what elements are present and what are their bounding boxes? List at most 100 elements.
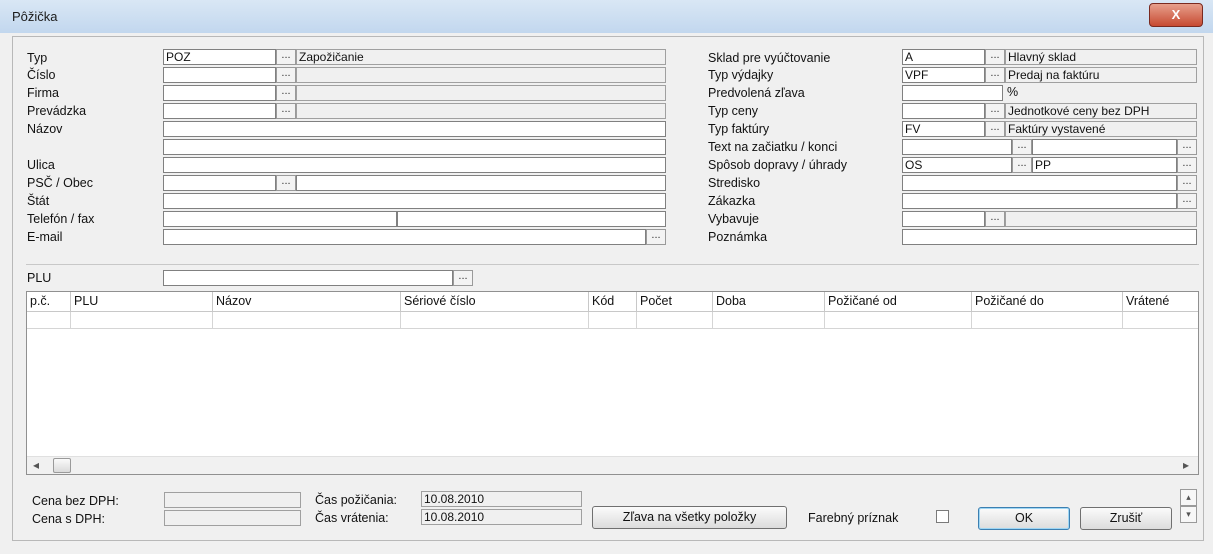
table-cell[interactable]: [1123, 312, 1198, 329]
text-zaciatok-ellipsis-button[interactable]: ...: [1012, 139, 1032, 155]
table-cell[interactable]: [213, 312, 401, 329]
plu-input[interactable]: [163, 270, 453, 286]
table-cell[interactable]: [589, 312, 637, 329]
table-header[interactable]: Kód: [589, 292, 637, 312]
prevadzka-input[interactable]: [163, 103, 276, 119]
ok-button[interactable]: OK: [978, 507, 1070, 530]
plu-ellipsis-button[interactable]: ...: [453, 270, 473, 286]
table-cell[interactable]: [637, 312, 713, 329]
zlava-vsetky-button[interactable]: Zľava na všetky položky: [592, 506, 787, 529]
cislo-input[interactable]: [163, 67, 276, 83]
zakazka-input[interactable]: [902, 193, 1177, 209]
horizontal-scrollbar[interactable]: ◂ ▸: [27, 456, 1198, 474]
typ-label: Typ: [27, 51, 48, 65]
zakazka-label: Zákazka: [708, 194, 756, 208]
scroll-right-icon[interactable]: ▸: [1183, 458, 1189, 472]
close-button[interactable]: X: [1149, 3, 1203, 27]
uhrada-input[interactable]: PP: [1032, 157, 1177, 173]
text-koniec-input[interactable]: [1032, 139, 1177, 155]
prevadzka-label: Prevádzka: [27, 104, 87, 118]
psc-ellipsis-button[interactable]: ...: [276, 175, 296, 191]
table-cell[interactable]: [713, 312, 825, 329]
table-header[interactable]: PLU: [71, 292, 213, 312]
table-header[interactable]: Počet: [637, 292, 713, 312]
separator-line: [26, 264, 1199, 265]
table-cell[interactable]: [27, 312, 71, 329]
cas-vratenia-value: 10.08.2010: [421, 509, 582, 525]
stat-input[interactable]: [163, 193, 666, 209]
cislo-ellipsis-button[interactable]: ...: [276, 67, 296, 83]
items-table[interactable]: p.č. PLU Názov Sériové číslo Kód Počet D…: [26, 291, 1199, 475]
nazov-label: Názov: [27, 122, 63, 136]
zlava-input[interactable]: [902, 85, 1003, 101]
title-bar: Pôžička X: [0, 0, 1213, 33]
spin-up-icon[interactable]: ▴: [1180, 489, 1197, 506]
prevadzka-ellipsis-button[interactable]: ...: [276, 103, 296, 119]
vybavuje-input[interactable]: [902, 211, 985, 227]
cas-pozicania-label: Čas požičania:: [315, 493, 397, 507]
cena-s-dph-label: Cena s DPH:: [32, 512, 105, 526]
typ-vydajky-code-input[interactable]: VPF: [902, 67, 985, 83]
psc-input[interactable]: [163, 175, 276, 191]
stredisko-label: Stredisko: [708, 176, 761, 190]
table-cell[interactable]: [71, 312, 213, 329]
stredisko-input[interactable]: [902, 175, 1177, 191]
spin-down-icon[interactable]: ▾: [1180, 506, 1197, 523]
typ-ellipsis-button[interactable]: ...: [276, 49, 296, 65]
table-header[interactable]: Sériové číslo: [401, 292, 589, 312]
typ-code-input[interactable]: POZ: [163, 49, 276, 65]
cena-s-dph-value: [164, 510, 301, 526]
table-cell[interactable]: [972, 312, 1123, 329]
firma-ellipsis-button[interactable]: ...: [276, 85, 296, 101]
typ-vydajky-ellipsis-button[interactable]: ...: [985, 67, 1005, 83]
sklad-ellipsis-button[interactable]: ...: [985, 49, 1005, 65]
doprava-input[interactable]: OS: [902, 157, 1012, 173]
firma-input[interactable]: [163, 85, 276, 101]
table-header[interactable]: Požičané od: [825, 292, 972, 312]
zlava-label: Predvolená zľava: [708, 86, 805, 100]
scrollbar-thumb[interactable]: [53, 458, 71, 473]
poznamka-input[interactable]: [902, 229, 1197, 245]
nazov-input-1[interactable]: [163, 121, 666, 137]
firma-readonly: [296, 85, 666, 101]
table-header[interactable]: p.č.: [27, 292, 71, 312]
nazov-input-2[interactable]: [163, 139, 666, 155]
scroll-left-icon[interactable]: ◂: [33, 458, 39, 472]
typ-faktury-description: Faktúry vystavené: [1005, 121, 1197, 137]
typ-ceny-description: Jednotkové ceny bez DPH: [1005, 103, 1197, 119]
obec-input[interactable]: [296, 175, 666, 191]
sklad-code-input[interactable]: A: [902, 49, 985, 65]
table-header[interactable]: Názov: [213, 292, 401, 312]
ulica-label: Ulica: [27, 158, 55, 172]
cena-bez-dph-value: [164, 492, 301, 508]
text-label: Text na začiatku / konci: [708, 140, 838, 154]
ulica-input[interactable]: [163, 157, 666, 173]
typ-description: Zapožičanie: [296, 49, 666, 65]
table-cell[interactable]: [825, 312, 972, 329]
doprava-ellipsis-button[interactable]: ...: [1012, 157, 1032, 173]
cas-pozicania-value: 10.08.2010: [421, 491, 582, 507]
uhrada-ellipsis-button[interactable]: ...: [1177, 157, 1197, 173]
stredisko-ellipsis-button[interactable]: ...: [1177, 175, 1197, 191]
typ-ceny-code-input[interactable]: [902, 103, 985, 119]
email-ellipsis-button[interactable]: ...: [646, 229, 666, 245]
vybavuje-label: Vybavuje: [708, 212, 759, 226]
telefon-input[interactable]: [163, 211, 397, 227]
typ-ceny-ellipsis-button[interactable]: ...: [985, 103, 1005, 119]
table-cell[interactable]: [401, 312, 589, 329]
fax-input[interactable]: [397, 211, 666, 227]
sklad-label: Sklad pre vyúčtovanie: [708, 51, 831, 65]
cancel-button[interactable]: Zrušiť: [1080, 507, 1172, 530]
farebny-priznak-checkbox[interactable]: [936, 510, 949, 523]
typ-faktury-code-input[interactable]: FV: [902, 121, 985, 137]
vybavuje-ellipsis-button[interactable]: ...: [985, 211, 1005, 227]
table-header[interactable]: Doba: [713, 292, 825, 312]
table-header[interactable]: Vrátené: [1123, 292, 1198, 312]
zakazka-ellipsis-button[interactable]: ...: [1177, 193, 1197, 209]
email-input[interactable]: [163, 229, 646, 245]
text-koniec-ellipsis-button[interactable]: ...: [1177, 139, 1197, 155]
typ-faktury-ellipsis-button[interactable]: ...: [985, 121, 1005, 137]
text-zaciatok-input[interactable]: [902, 139, 1012, 155]
table-header[interactable]: Požičané do: [972, 292, 1123, 312]
cas-vratenia-label: Čas vrátenia:: [315, 511, 389, 525]
